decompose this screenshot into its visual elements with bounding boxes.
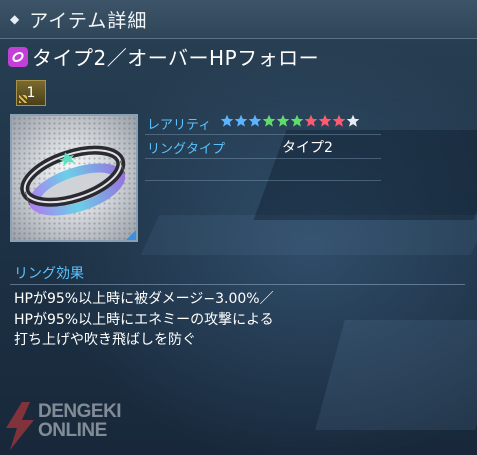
star-icon	[304, 114, 318, 127]
star-icon	[220, 114, 234, 127]
watermark-line2: ONLINE	[38, 420, 107, 441]
ring-type-label: リングタイプ	[147, 142, 226, 157]
ring-category-icon	[8, 46, 28, 67]
star-icon	[346, 114, 360, 127]
divider	[145, 158, 381, 159]
rarity-label: レアリティ	[147, 118, 212, 133]
background-panel	[140, 215, 477, 255]
diamond-icon: ◆	[10, 12, 20, 26]
divider	[145, 134, 381, 135]
window-title: アイテム詳細	[29, 9, 148, 32]
ring-icon	[20, 145, 126, 216]
star-icon	[262, 114, 276, 127]
rank-badge: 1	[16, 80, 46, 106]
window-header: ◆ アイテム詳細	[0, 0, 477, 39]
divider	[145, 180, 381, 181]
item-name-row: タイプ2／オーバーHPフォロー	[8, 42, 319, 71]
rarity-stars	[220, 114, 360, 128]
effect-description: HPが95%以上時に被ダメージ−3.00%／ HPが95%以上時にエネミーの攻撃…	[14, 291, 274, 348]
star-icon	[332, 114, 346, 127]
star-icon	[248, 114, 262, 127]
watermark-logo: DENGEKI ONLINE	[4, 401, 122, 450]
divider	[10, 284, 465, 285]
rank-stripe-icon	[19, 95, 27, 103]
star-icon	[290, 114, 304, 127]
star-icon	[234, 114, 248, 127]
star-icon	[318, 114, 332, 127]
rank-number: 1	[26, 85, 36, 101]
watermark-line1: DENGEKI	[38, 401, 122, 422]
ring-type-value: タイプ2	[282, 140, 333, 156]
star-icon	[276, 114, 290, 127]
corner-marker-icon	[126, 230, 136, 240]
item-thumbnail	[10, 114, 138, 242]
lightning-icon	[6, 402, 34, 450]
effect-title: リング効果	[14, 266, 84, 282]
item-name: タイプ2／オーバーHPフォロー	[32, 46, 320, 70]
